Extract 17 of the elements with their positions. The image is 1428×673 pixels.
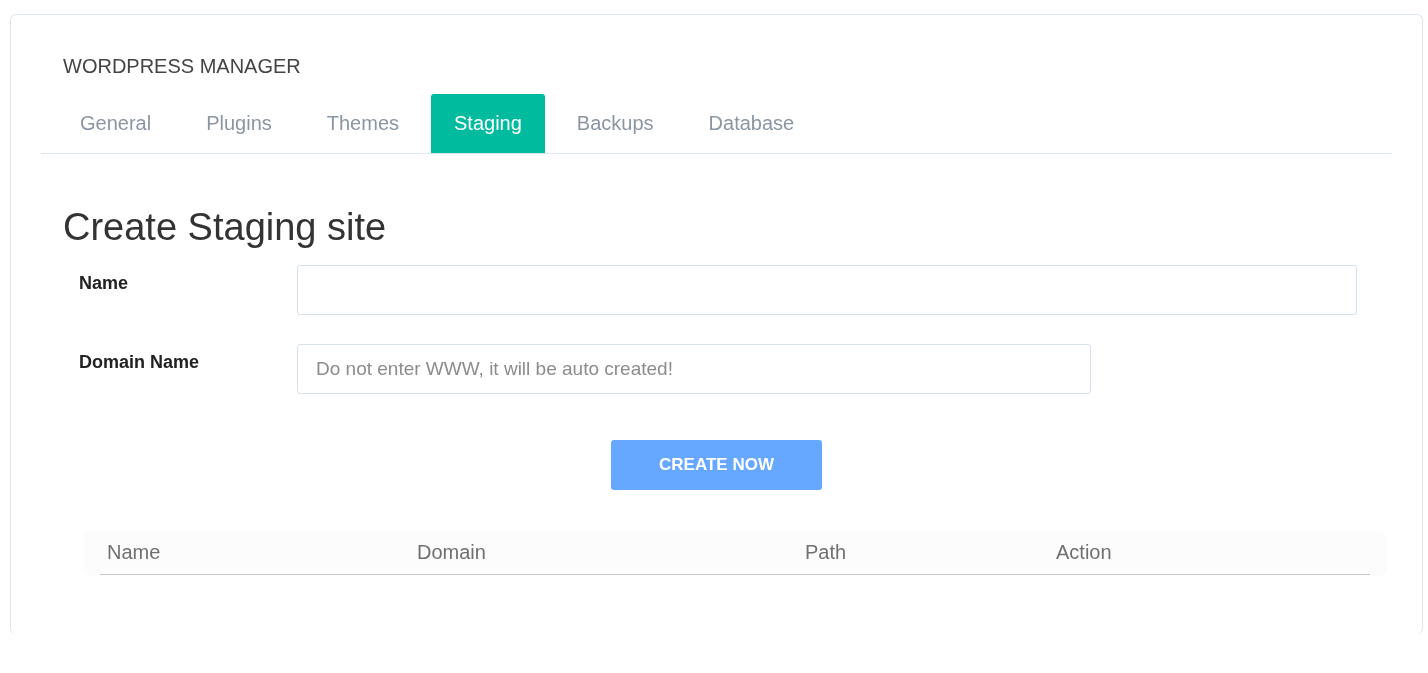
column-header: Action xyxy=(1056,541,1113,564)
tab[interactable]: Backups xyxy=(553,94,677,153)
section-heading: Create Staging site xyxy=(63,206,388,249)
column-header: Name xyxy=(107,541,162,564)
tab[interactable]: Staging xyxy=(431,94,545,153)
field-label: Domain Name xyxy=(78,352,201,373)
create-button[interactable]: CREATE NOW xyxy=(611,440,822,490)
column-header: Domain xyxy=(417,541,487,564)
tab[interactable]: Themes xyxy=(303,94,422,153)
column-header: Path xyxy=(805,541,848,564)
tab[interactable]: Database xyxy=(685,94,818,153)
input-field[interactable]: Do not enter WWW, it will be auto created! xyxy=(297,344,1091,394)
app-title: WORDPRESS MANAGER xyxy=(63,55,302,78)
field-label: Name xyxy=(78,273,130,294)
tab[interactable]: Plugins xyxy=(183,94,295,153)
input-field[interactable] xyxy=(297,265,1357,315)
tab[interactable]: General xyxy=(57,94,175,153)
